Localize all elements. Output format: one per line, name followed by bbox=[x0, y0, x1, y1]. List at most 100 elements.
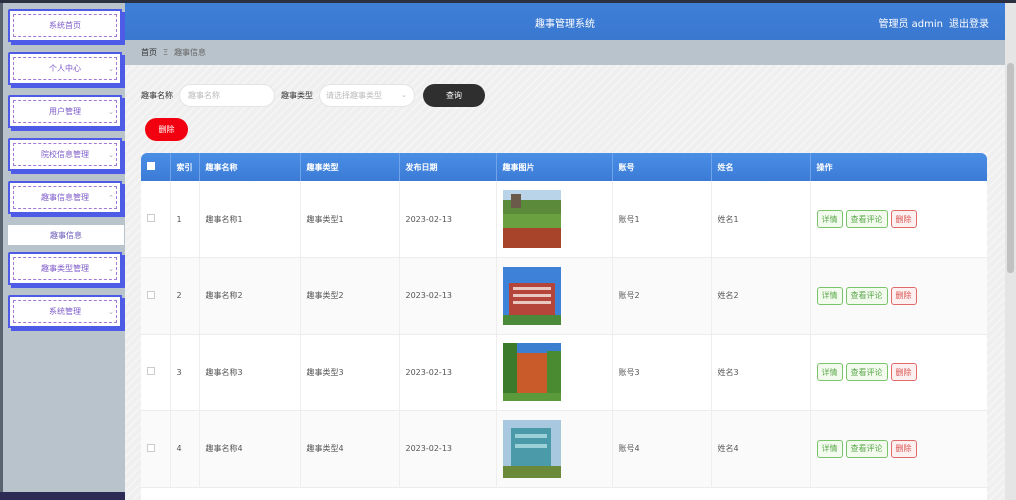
sidebar-item-schools[interactable]: 院校信息管理 ⌄ bbox=[8, 138, 122, 171]
anecdote-image bbox=[502, 343, 561, 402]
table-row: 3 趣事名称3 趣事类型3 2023-02-13 账号3 姓名3 详情 查看评论… bbox=[141, 334, 987, 411]
chevron-down-icon: ⌄ bbox=[108, 307, 114, 316]
sidebar-item-system[interactable]: 系统管理 ⌄ bbox=[8, 295, 122, 328]
column-header: 趣事图片 bbox=[496, 153, 613, 181]
name-search-input[interactable]: 趣事名称 bbox=[179, 83, 275, 107]
breadcrumb-current: 趣事信息 bbox=[174, 48, 207, 57]
sidebar-item-users[interactable]: 用户管理 ⌄ bbox=[8, 95, 122, 128]
user-area: 管理员 admin 退出登录 bbox=[872, 15, 989, 30]
cell-index: 2 bbox=[170, 257, 200, 334]
detail-button[interactable]: 详情 bbox=[816, 439, 843, 458]
cell-name: 趣事名称3 bbox=[199, 334, 301, 411]
cell-type: 趣事类型3 bbox=[300, 334, 400, 411]
taskbar-strip bbox=[0, 492, 125, 500]
cell-actions: 详情 查看评论 删除 bbox=[810, 411, 987, 488]
view-comments-button[interactable]: 查看评论 bbox=[845, 286, 888, 305]
cell-date: 2023-02-13 bbox=[399, 257, 497, 334]
delete-button[interactable]: 删除 bbox=[890, 286, 917, 305]
query-button[interactable]: 查询 bbox=[423, 83, 485, 107]
cell-actions: 详情 查看评论 删除 bbox=[810, 258, 987, 335]
view-comments-button[interactable]: 查看评论 bbox=[845, 210, 888, 228]
cell-account: 账号4 bbox=[612, 410, 712, 487]
sidebar-subitem-anecdote-info[interactable]: 趣事信息 bbox=[8, 225, 124, 245]
column-header: 姓名 bbox=[711, 153, 811, 181]
cell-actions: 详情 查看评论 删除 bbox=[810, 181, 987, 258]
row-checkbox[interactable] bbox=[147, 214, 155, 222]
table-row: 4 趣事名称4 趣事类型4 2023-02-13 账号4 姓名4 详情 查看评论… bbox=[141, 410, 987, 488]
cell-date: 2023-02-13 bbox=[399, 334, 497, 411]
chevron-down-icon: ⌄ bbox=[108, 150, 114, 159]
table-row: 2 趣事名称2 趣事类型2 2023-02-13 账号2 姓名2 详情 查看评论… bbox=[141, 257, 987, 335]
cell-image bbox=[496, 410, 613, 487]
name-label: 趣事名称 bbox=[141, 90, 173, 100]
cell-name: 趣事名称4 bbox=[199, 410, 301, 487]
view-comments-button[interactable]: 查看评论 bbox=[845, 439, 888, 458]
cell-type: 趣事类型2 bbox=[300, 257, 400, 334]
chevron-down-icon: ⌄ bbox=[401, 91, 407, 99]
admin-label: 管理员 admin bbox=[878, 19, 943, 30]
sidebar-item-label: 系统管理 bbox=[49, 307, 81, 316]
data-table: 索引 趣事名称 趣事类型 发布日期 趣事图片 账号 姓名 操作 1 趣事名称1 … bbox=[141, 153, 987, 500]
logout-link[interactable]: 退出登录 bbox=[949, 19, 989, 30]
cell-account: 账号1 bbox=[612, 181, 712, 258]
chevron-down-icon: ⌄ bbox=[108, 264, 114, 273]
cell-index: 3 bbox=[170, 334, 200, 411]
row-checkbox[interactable] bbox=[147, 290, 155, 299]
sidebar-item-profile[interactable]: 个人中心 ⌄ bbox=[8, 52, 122, 85]
chevron-up-icon: ⌃ bbox=[108, 193, 114, 202]
select-all-checkbox[interactable] bbox=[147, 162, 155, 170]
detail-button[interactable]: 详情 bbox=[816, 286, 843, 305]
delete-button[interactable]: 删除 bbox=[890, 210, 917, 228]
cell-index: 4 bbox=[170, 410, 200, 487]
chevron-down-icon: ⌄ bbox=[108, 107, 114, 116]
cell-image bbox=[496, 181, 613, 258]
anecdote-image bbox=[502, 266, 561, 325]
type-select[interactable]: 请选择趣事类型 ⌄ bbox=[319, 83, 415, 107]
sidebar: 系统首页 个人中心 ⌄ 用户管理 ⌄ 院校信息管理 ⌄ 趣事信息管理 ⌃ 趣事信… bbox=[0, 3, 125, 500]
cell-person: 姓名3 bbox=[711, 334, 811, 411]
table-header-row: 索引 趣事名称 趣事类型 发布日期 趣事图片 账号 姓名 操作 bbox=[141, 153, 987, 181]
column-header: 趣事类型 bbox=[300, 153, 400, 181]
column-header: 账号 bbox=[612, 153, 712, 181]
main-content: 趣事名称 趣事名称 趣事类型 请选择趣事类型 ⌄ 查询 删除 索引 趣事名称 趣… bbox=[125, 65, 1005, 500]
cell-account: 账号2 bbox=[612, 257, 712, 334]
delete-button[interactable]: 删除 bbox=[890, 363, 917, 382]
column-header: 索引 bbox=[170, 153, 200, 181]
sidebar-item-label: 用户管理 bbox=[49, 107, 81, 116]
breadcrumb-home[interactable]: 首页 bbox=[141, 47, 157, 58]
type-label: 趣事类型 bbox=[281, 90, 313, 100]
search-bar: 趣事名称 趣事名称 趣事类型 请选择趣事类型 ⌄ 查询 bbox=[141, 83, 485, 107]
sidebar-item-label: 院校信息管理 bbox=[41, 150, 89, 159]
top-header: 趣事管理系统 管理员 admin 退出登录 bbox=[125, 3, 1005, 40]
cell-type: 趣事类型1 bbox=[300, 181, 400, 258]
table-row: 1 趣事名称1 趣事类型1 2023-02-13 账号1 姓名1 详情 查看评论… bbox=[141, 181, 987, 258]
batch-delete-button[interactable]: 删除 bbox=[145, 118, 188, 141]
cell-account: 账号3 bbox=[612, 334, 712, 411]
sidebar-item-label: 趣事信息管理 bbox=[41, 193, 89, 202]
detail-button[interactable]: 详情 bbox=[816, 363, 843, 382]
scrollbar-thumb[interactable] bbox=[1007, 63, 1014, 273]
delete-button[interactable]: 删除 bbox=[890, 439, 917, 458]
cell-person: 姓名4 bbox=[711, 410, 811, 487]
view-comments-button[interactable]: 查看评论 bbox=[845, 363, 888, 382]
cell-date: 2023-02-13 bbox=[399, 410, 497, 487]
sidebar-item-anecdote-types[interactable]: 趣事类型管理 ⌄ bbox=[8, 252, 122, 285]
sidebar-item-home[interactable]: 系统首页 bbox=[8, 9, 122, 42]
cell-person: 姓名2 bbox=[711, 257, 811, 334]
column-header: 趣事名称 bbox=[199, 153, 301, 181]
row-checkbox[interactable] bbox=[147, 443, 155, 452]
breadcrumb-separator: Ξ bbox=[163, 48, 169, 57]
sidebar-item-anecdotes[interactable]: 趣事信息管理 ⌃ bbox=[8, 181, 122, 214]
cell-index: 1 bbox=[170, 181, 200, 258]
breadcrumb: 首页 Ξ 趣事信息 bbox=[125, 40, 1005, 65]
cell-person: 姓名1 bbox=[711, 181, 811, 258]
sidebar-item-label: 系统首页 bbox=[49, 21, 81, 30]
detail-button[interactable]: 详情 bbox=[816, 210, 843, 228]
column-header: 发布日期 bbox=[399, 153, 497, 181]
cell-type: 趣事类型4 bbox=[300, 410, 400, 487]
select-all-header bbox=[141, 153, 171, 181]
page-scrollbar[interactable] bbox=[1005, 3, 1016, 500]
anecdote-image bbox=[502, 190, 561, 248]
chevron-down-icon: ⌄ bbox=[108, 64, 114, 73]
row-checkbox[interactable] bbox=[147, 367, 155, 376]
